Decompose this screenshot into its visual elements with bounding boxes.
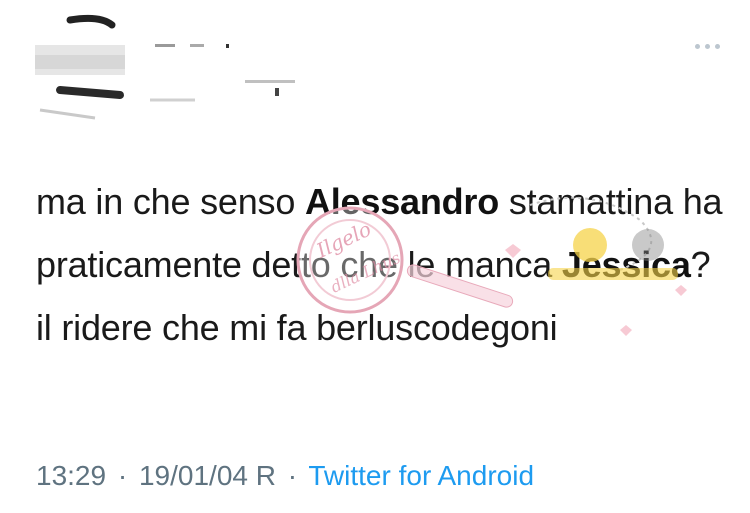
ellipsis-horizontal-icon [695, 44, 700, 49]
meta-separator: · [287, 460, 298, 491]
meta-separator: · [117, 460, 128, 491]
tweet-text-segment: ma in che senso [36, 181, 305, 222]
tweet-text-name: Jessica [561, 244, 691, 285]
ellipsis-horizontal-icon [715, 44, 720, 49]
tweet-source-link[interactable]: Twitter for Android [308, 460, 534, 491]
more-options-button[interactable] [695, 44, 720, 49]
ellipsis-horizontal-icon [705, 44, 710, 49]
tweet-meta: 13:29 · 19/01/04 R · Twitter for Android [36, 460, 534, 492]
redacted-author-area [35, 14, 295, 120]
tweet-text-name: Alessandro [304, 181, 500, 222]
tweet-date: 19/01/04 R [138, 460, 276, 491]
tweet-body: ma in che senso Alessandro stamattina ha… [36, 170, 726, 359]
tweet-time: 13:29 [36, 460, 107, 491]
